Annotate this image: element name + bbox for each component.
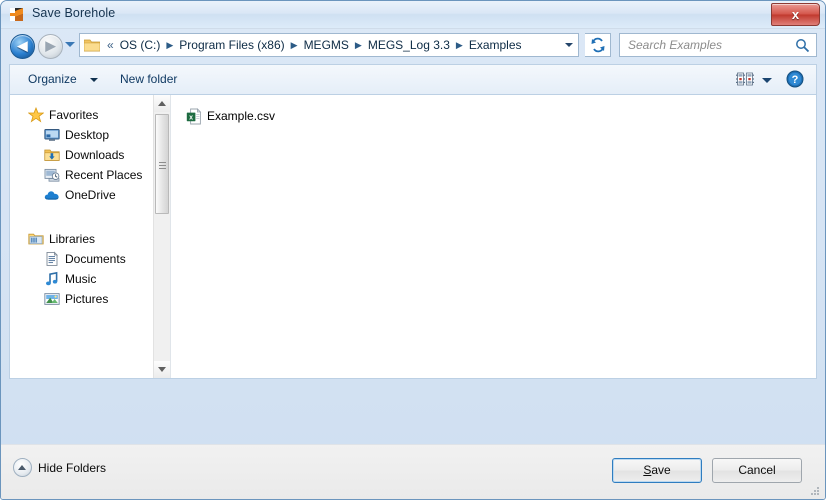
breadcrumb-item-2[interactable]: MEGMS <box>301 37 352 53</box>
libraries-icon <box>28 231 44 247</box>
app-logo-icon <box>9 6 26 23</box>
breadcrumb-separator-icon: ▶ <box>455 39 463 50</box>
help-icon[interactable]: ? <box>786 70 804 88</box>
toolbar: Organize New folder ? <box>9 64 817 94</box>
browser-panes: Favorites Desktop Downloads Recent Place… <box>9 94 817 379</box>
csv-file-icon: x <box>186 107 202 125</box>
dialog-footer: Hide Folders Save Cancel <box>1 444 825 499</box>
window-title: Save Borehole <box>32 6 116 20</box>
list-item[interactable]: x Example.csv <box>183 105 278 127</box>
sidebar-label: OneDrive <box>65 188 116 202</box>
scroll-down-arrow-icon[interactable] <box>154 361 170 378</box>
breadcrumb-item-1[interactable]: Program Files (x86) <box>176 37 287 53</box>
search-box[interactable]: Search Examples <box>619 33 817 57</box>
pictures-icon <box>44 291 60 307</box>
sidebar-label: Favorites <box>49 108 99 122</box>
nav-group-favorites: Favorites Desktop Downloads Recent Place… <box>10 105 154 205</box>
star-icon <box>28 107 44 123</box>
breadcrumb-item-3[interactable]: MEGS_Log 3.3 <box>365 37 453 53</box>
breadcrumb: « OS (C:) ▶ Program Files (x86) ▶ MEGMS … <box>104 37 561 53</box>
hide-folders-label: Hide Folders <box>38 460 107 475</box>
desktop-icon <box>44 127 60 143</box>
navigation-pane: Favorites Desktop Downloads Recent Place… <box>10 95 170 378</box>
breadcrumb-item-0[interactable]: OS (C:) <box>117 37 164 53</box>
sidebar-item-libraries[interactable]: Libraries <box>10 229 154 249</box>
folder-icon <box>84 38 100 52</box>
sidebar-label: Desktop <box>65 128 110 142</box>
sidebar-item-recent-places[interactable]: Recent Places <box>10 165 154 185</box>
music-icon <box>44 271 60 287</box>
nav-group-libraries: Libraries Documents Music Pictures <box>10 229 154 309</box>
sidebar-label: Downloads <box>65 148 125 162</box>
sidebar-label: Pictures <box>65 292 109 306</box>
view-chevron-down-icon[interactable] <box>762 78 772 83</box>
sidebar-label: Libraries <box>49 232 96 246</box>
downloads-icon <box>44 147 60 163</box>
recent-places-icon <box>44 167 60 183</box>
breadcrumb-separator-icon: ▶ <box>354 39 362 50</box>
breadcrumb-separator-icon: ▶ <box>290 39 298 50</box>
back-button[interactable]: ◀ <box>10 34 35 59</box>
address-row: ◀ ▶ « OS (C:) ▶ Program Files (x86) ▶ ME… <box>1 29 825 63</box>
breadcrumb-separator-icon: ▶ <box>166 39 174 50</box>
scrollbar-thumb[interactable] <box>155 114 169 214</box>
onedrive-icon <box>44 187 60 203</box>
title-bar: Save Borehole x <box>1 1 825 29</box>
sidebar-item-downloads[interactable]: Downloads <box>10 145 154 165</box>
search-input[interactable]: Search Examples <box>628 38 722 52</box>
save-form: File name: Save as type: CSV files (*.cs… <box>1 381 825 443</box>
sidebar-item-documents[interactable]: Documents <box>10 249 154 269</box>
sidebar-item-desktop[interactable]: Desktop <box>10 125 154 145</box>
sidebar-item-favorites[interactable]: Favorites <box>10 105 154 125</box>
refresh-button[interactable] <box>585 33 611 57</box>
hide-folders-button[interactable]: Hide Folders <box>13 458 106 477</box>
file-name-label: Example.csv <box>207 109 276 123</box>
sidebar-item-onedrive[interactable]: OneDrive <box>10 185 154 205</box>
documents-icon <box>44 251 60 267</box>
svg-text:?: ? <box>792 74 799 86</box>
address-bar[interactable]: « OS (C:) ▶ Program Files (x86) ▶ MEGMS … <box>79 33 579 57</box>
save-dialog-window: Save Borehole x ◀ ▶ « OS (C:) ▶ Program … <box>0 0 826 500</box>
sidebar-label: Documents <box>65 252 126 266</box>
cancel-button[interactable]: Cancel <box>712 458 802 483</box>
organize-button[interactable]: Organize <box>24 71 81 87</box>
close-button[interactable]: x <box>771 3 820 26</box>
forward-button[interactable]: ▶ <box>38 34 63 59</box>
address-dropdown-icon[interactable] <box>561 34 578 56</box>
file-list-pane[interactable]: x Example.csv <box>170 95 816 378</box>
navigation-scrollbar[interactable] <box>153 95 170 378</box>
view-mode-icon[interactable] <box>736 72 754 87</box>
breadcrumb-item-4[interactable]: Examples <box>466 37 525 53</box>
svg-text:x: x <box>189 114 193 121</box>
close-icon: x <box>791 7 800 22</box>
sidebar-label: Music <box>65 272 97 286</box>
sidebar-item-pictures[interactable]: Pictures <box>10 289 154 309</box>
organize-chevron-down-icon[interactable] <box>90 78 98 82</box>
back-arrow-icon: ◀ <box>17 38 28 53</box>
scrollbar-grip-icon <box>159 162 166 169</box>
new-folder-button[interactable]: New folder <box>116 71 181 87</box>
search-icon <box>795 38 810 53</box>
navigation-list: Favorites Desktop Downloads Recent Place… <box>10 95 154 309</box>
sidebar-item-music[interactable]: Music <box>10 269 154 289</box>
resize-grip-icon[interactable] <box>809 485 821 497</box>
scroll-up-arrow-icon[interactable] <box>154 95 170 112</box>
breadcrumb-overflow[interactable]: « <box>104 38 117 52</box>
save-button[interactable]: Save <box>612 458 702 483</box>
forward-arrow-icon: ▶ <box>45 38 56 53</box>
sidebar-label: Recent Places <box>65 168 143 182</box>
history-dropdown-icon[interactable] <box>65 42 75 47</box>
chevron-up-circle-icon <box>13 458 32 477</box>
